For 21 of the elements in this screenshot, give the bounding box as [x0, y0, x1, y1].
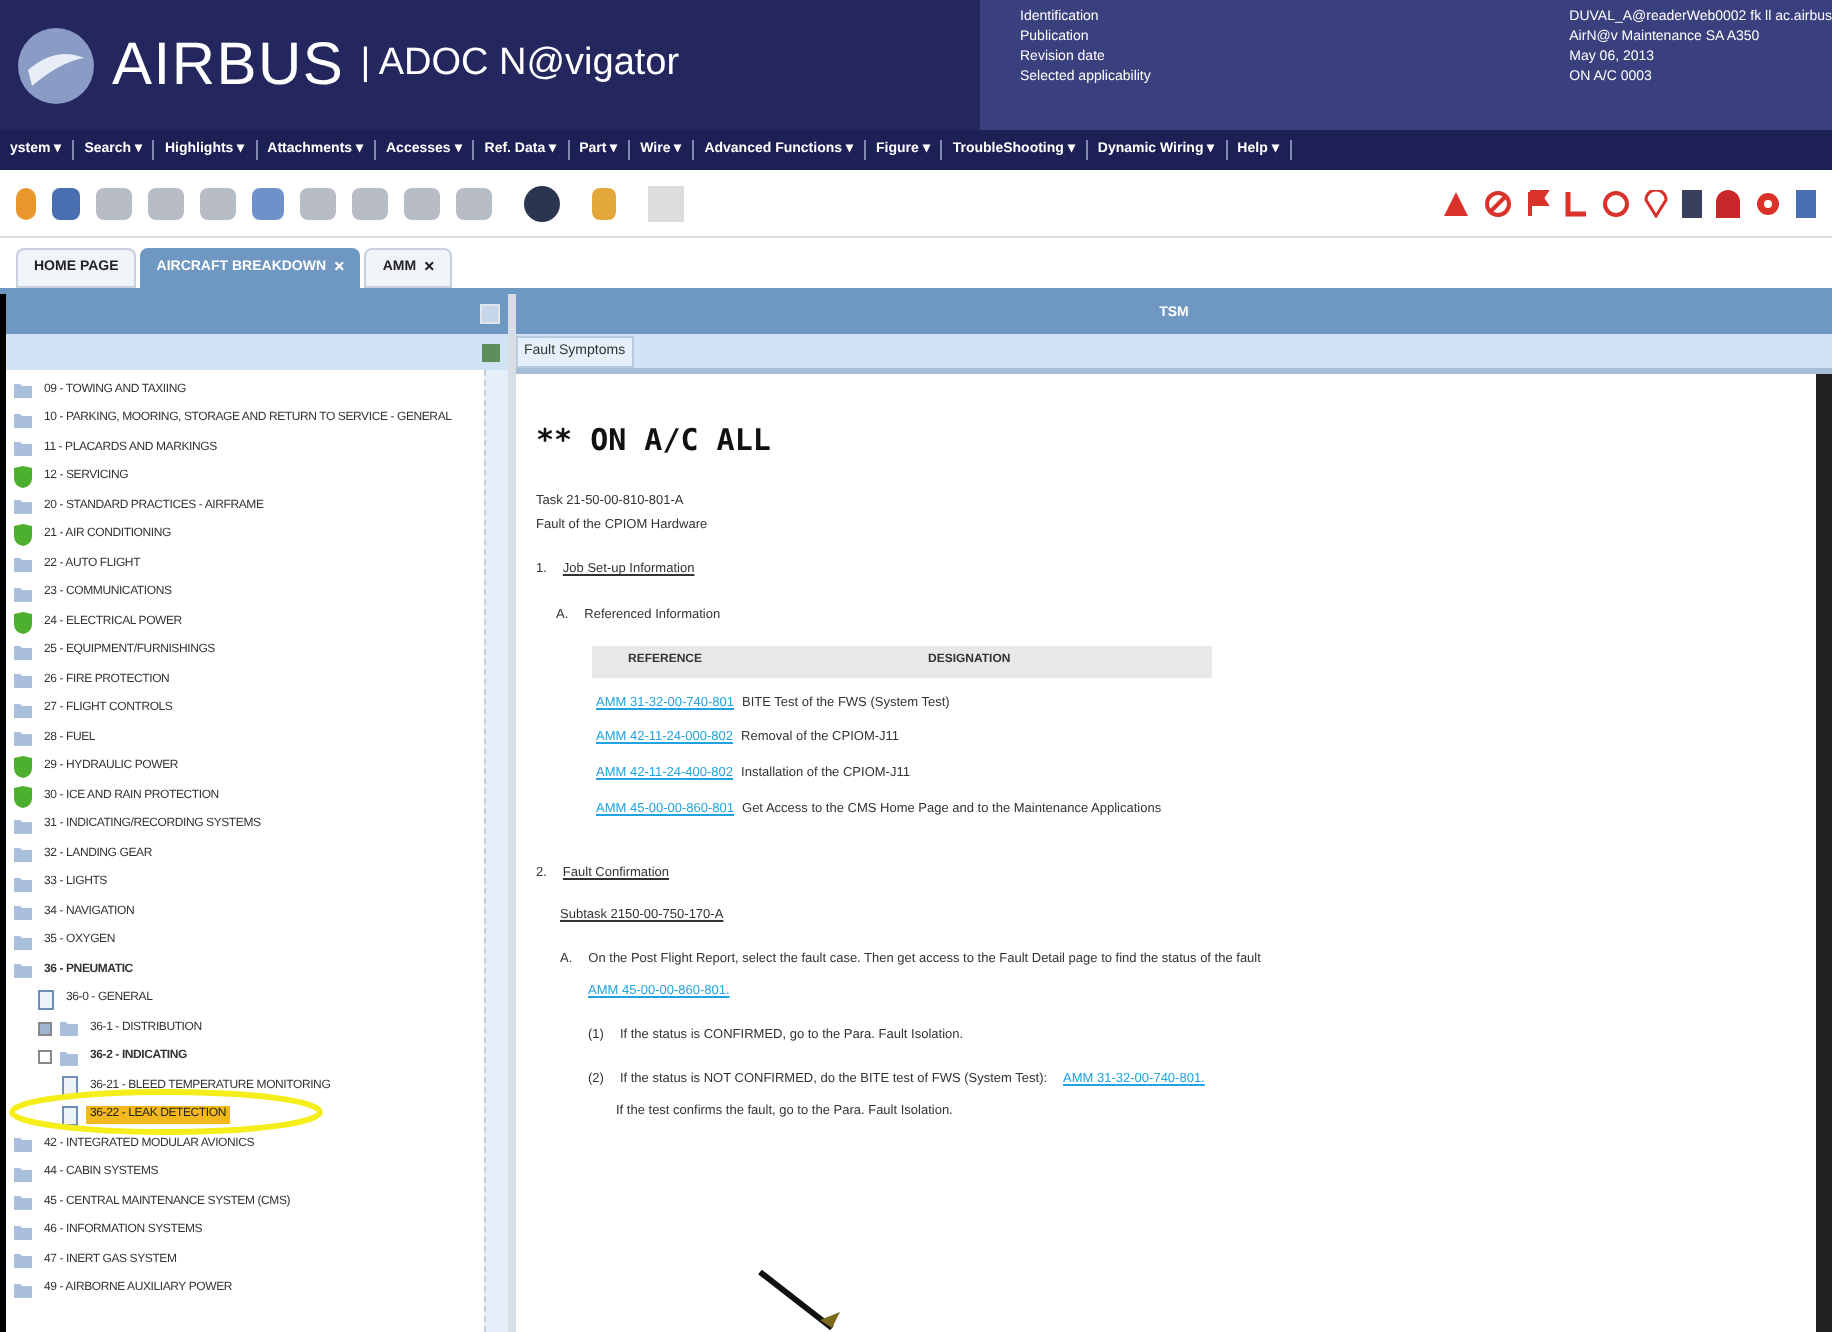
toolbar-icon[interactable] [1716, 189, 1740, 217]
circle-icon[interactable] [1602, 189, 1630, 217]
forward-icon[interactable] [200, 187, 236, 219]
warning-triangle-icon[interactable] [1442, 189, 1470, 217]
expand-toggle[interactable] [38, 1021, 52, 1036]
scrollbar[interactable] [484, 370, 508, 1332]
no-entry-icon[interactable] [1484, 189, 1512, 217]
pin-icon[interactable] [1644, 189, 1668, 217]
toolbar-icon[interactable] [1682, 189, 1702, 217]
toolbar-icon[interactable] [524, 185, 560, 221]
collapse-toggle[interactable] [38, 1050, 52, 1065]
product-name: | ADOC N@vigator [360, 40, 680, 89]
flag-icon[interactable] [1526, 189, 1550, 217]
tool-icon[interactable] [482, 343, 500, 361]
back-icon[interactable] [148, 187, 184, 219]
globe-logo-icon [16, 25, 96, 105]
corner-icon[interactable] [1564, 189, 1588, 217]
doc-heading: ** ON A/C ALL [536, 420, 773, 462]
close-icon[interactable]: × [424, 254, 435, 282]
airbus-logo: AIRBUS [112, 30, 345, 102]
eye-icon[interactable] [1754, 191, 1782, 215]
